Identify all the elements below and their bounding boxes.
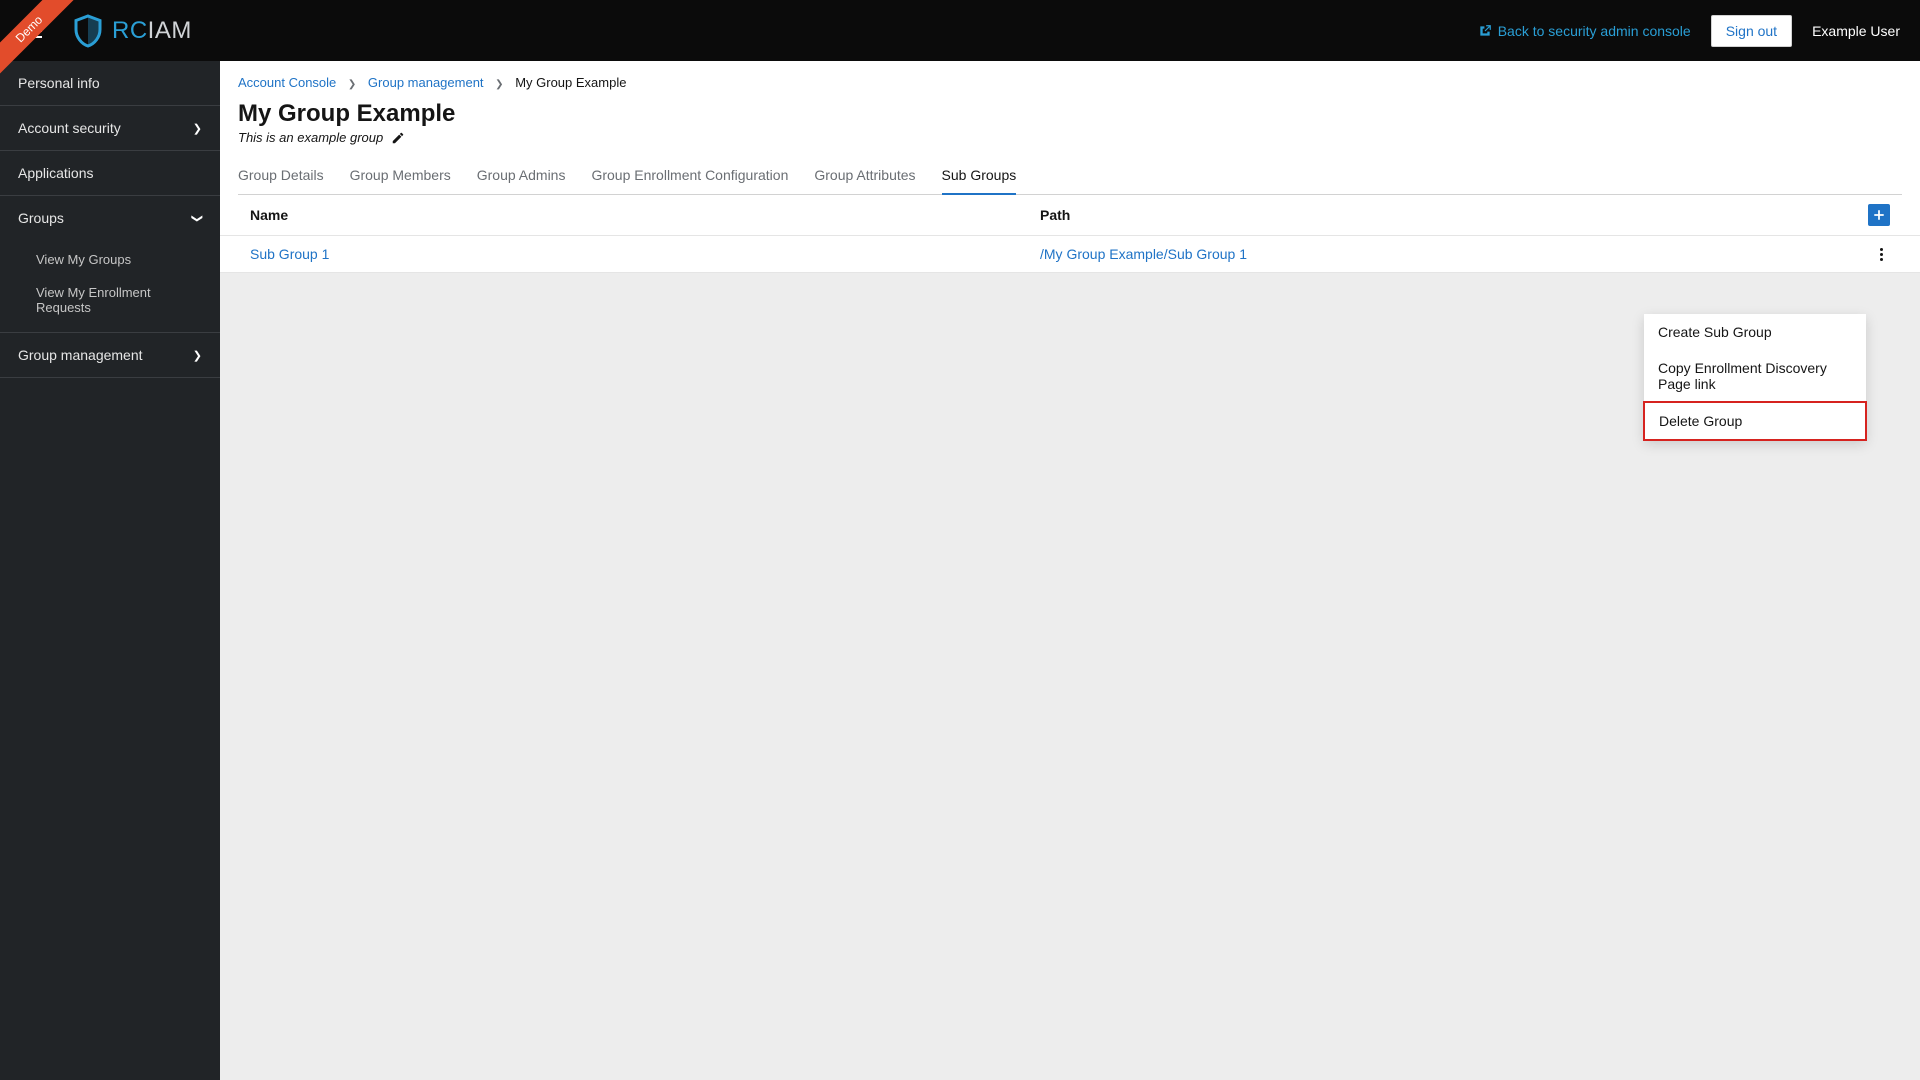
breadcrumb-account-console[interactable]: Account Console xyxy=(238,75,336,90)
tab-bar: Group Details Group Members Group Admins… xyxy=(238,159,1902,195)
current-user-label: Example User xyxy=(1812,23,1900,39)
sidebar-item-personal-info[interactable]: Personal info xyxy=(0,61,220,106)
column-header-path: Path xyxy=(1040,207,1830,223)
add-subgroup-button[interactable] xyxy=(1868,204,1890,226)
app-header: RCIAM Back to security admin console Sig… xyxy=(0,0,1920,61)
sidebar-item-view-my-groups[interactable]: View My Groups xyxy=(0,240,220,276)
sidebar-item-applications[interactable]: Applications xyxy=(0,151,220,196)
chevron-down-icon: ❯ xyxy=(191,213,204,222)
tab-group-members[interactable]: Group Members xyxy=(350,159,451,195)
page-title: My Group Example xyxy=(238,100,1902,128)
app-logo[interactable]: RCIAM xyxy=(70,13,192,49)
tab-group-admins[interactable]: Group Admins xyxy=(477,159,566,195)
subgroups-table: Name Path Sub Group 1 /My Group Example/… xyxy=(220,195,1920,273)
tab-group-enrollment-config[interactable]: Group Enrollment Configuration xyxy=(591,159,788,195)
back-to-admin-link[interactable]: Back to security admin console xyxy=(1478,23,1691,39)
logo-text: RCIAM xyxy=(112,17,192,45)
table-row: Sub Group 1 /My Group Example/Sub Group … xyxy=(220,236,1920,273)
plus-icon xyxy=(1872,208,1886,222)
menu-item-copy-enrollment-link[interactable]: Copy Enrollment Discovery Page link xyxy=(1644,350,1866,402)
menu-item-create-subgroup[interactable]: Create Sub Group xyxy=(1644,314,1866,350)
column-header-name: Name xyxy=(250,207,1040,223)
sidebar-item-groups[interactable]: Groups ❯ xyxy=(0,196,220,240)
menu-item-delete-group[interactable]: Delete Group xyxy=(1643,401,1867,441)
tab-group-details[interactable]: Group Details xyxy=(238,159,324,195)
tab-sub-groups[interactable]: Sub Groups xyxy=(942,159,1017,195)
subgroup-path-link[interactable]: /My Group Example/Sub Group 1 xyxy=(1040,246,1247,262)
breadcrumb-group-management[interactable]: Group management xyxy=(368,75,484,90)
sign-out-button[interactable]: Sign out xyxy=(1711,15,1792,47)
chevron-right-icon: ❯ xyxy=(495,79,503,90)
row-actions-menu: Create Sub Group Copy Enrollment Discove… xyxy=(1644,314,1866,440)
chevron-right-icon: ❯ xyxy=(193,349,202,362)
sidebar-item-group-management[interactable]: Group management ❯ xyxy=(0,333,220,378)
row-actions-button[interactable] xyxy=(1872,245,1890,263)
edit-icon[interactable] xyxy=(391,131,405,145)
tab-group-attributes[interactable]: Group Attributes xyxy=(814,159,915,195)
main-content: Account Console ❯ Group management ❯ My … xyxy=(220,61,1920,1080)
page-description: This is an example group xyxy=(238,130,383,145)
subgroup-name-link[interactable]: Sub Group 1 xyxy=(250,246,329,262)
shield-icon xyxy=(70,13,106,49)
breadcrumb: Account Console ❯ Group management ❯ My … xyxy=(238,75,1902,90)
breadcrumb-current: My Group Example xyxy=(515,75,626,90)
sidebar-item-account-security[interactable]: Account security ❯ xyxy=(0,106,220,151)
external-link-icon xyxy=(1478,24,1492,38)
chevron-right-icon: ❯ xyxy=(348,79,356,90)
chevron-right-icon: ❯ xyxy=(193,122,202,135)
sidebar-item-view-enrollment[interactable]: View My Enrollment Requests xyxy=(0,276,220,324)
sidebar-nav: Personal info Account security ❯ Applica… xyxy=(0,61,220,1080)
menu-toggle-icon[interactable] xyxy=(22,24,42,38)
